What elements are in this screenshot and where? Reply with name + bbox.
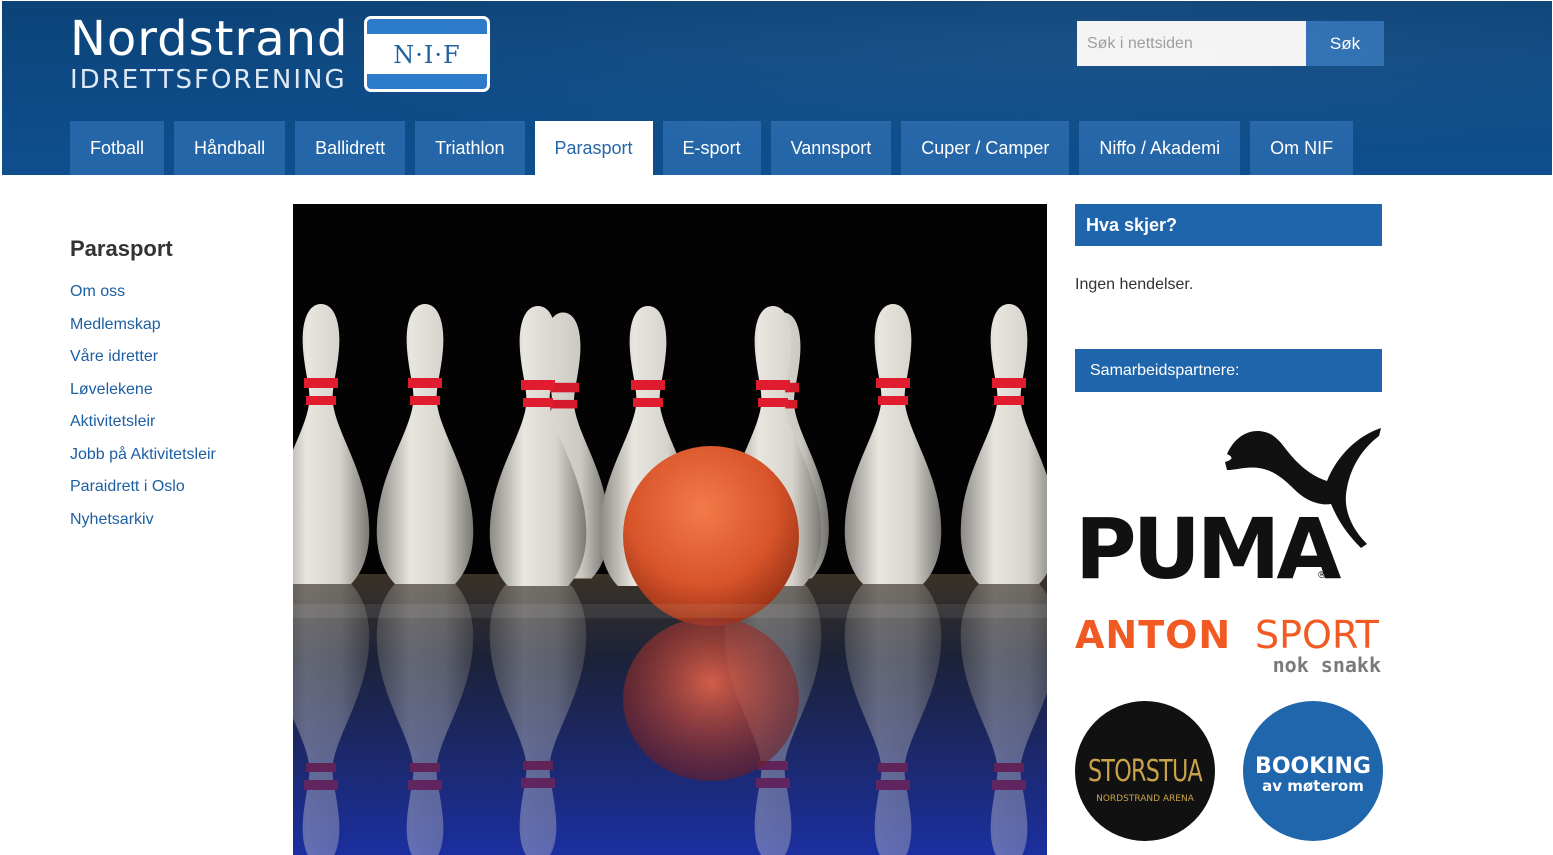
search-button[interactable]: Søk [1306,21,1384,66]
nav-item-handball[interactable]: Håndball [174,121,286,175]
puma-wordmark: PUMA [1075,500,1341,586]
sidebar-item-om-oss[interactable]: Om oss [70,280,216,313]
sidebar-item-jobb-aktivitetsleir[interactable]: Jobb på Aktivitetsleir [70,443,216,476]
site-header: Nordstrand IDRETTSFORENING N·I·F Søk Fot… [2,1,1552,175]
sidebar-item-medlemskap[interactable]: Medlemskap [70,313,216,346]
logo-subtitle: IDRETTSFORENING [70,65,347,95]
svg-text:®: ® [1317,570,1327,581]
nav-item-vannsport[interactable]: Vannsport [770,121,892,175]
sidebar-item-aktivitetsleir[interactable]: Aktivitetsleir [70,410,216,443]
anton-sport-logo[interactable]: ANTON SPORT nok snakk [1075,610,1382,680]
sidebar-item-lovelekene[interactable]: Løvelekene [70,378,216,411]
logo-title: Nordstrand [70,11,349,67]
storstua-subtitle: NORDSTRAND ARENA [1096,794,1195,804]
hero-image-bowling [293,204,1047,855]
site-logo[interactable]: Nordstrand IDRETTSFORENING [70,13,349,95]
storstua-logo[interactable]: STORSTUA NORDSTRAND ARENA [1075,701,1215,841]
nav-item-niffo-akademi[interactable]: Niffo / Akademi [1079,121,1241,175]
bowling-illustration [293,204,1047,855]
sidebar-title: Parasport [70,236,173,261]
nav-item-fotball[interactable]: Fotball [70,121,165,175]
sidebar-item-vare-idretter[interactable]: Våre idretter [70,345,216,378]
nav-item-parasport[interactable]: Parasport [534,121,653,175]
puma-logo[interactable]: PUMA ® [1075,426,1382,586]
sidebar-item-paraidrett-oslo[interactable]: Paraidrett i Oslo [70,475,216,508]
events-header: Hva skjer? [1075,204,1382,246]
anton-wordmark: ANTON [1075,613,1231,657]
sport-wordmark: SPORT [1255,613,1380,657]
anton-tagline: nok snakk [1273,653,1381,677]
sidebar-menu: Om oss Medlemskap Våre idretter Løveleke… [70,280,216,540]
nav-item-om-nif[interactable]: Om NIF [1250,121,1354,175]
nav-item-esport[interactable]: E-sport [662,121,761,175]
nav-item-ballidrett[interactable]: Ballidrett [295,121,406,175]
booking-moterom-logo[interactable]: BOOKING av møterom [1243,701,1383,841]
badge-stripe-bottom [367,74,487,89]
main-nav: Fotball Håndball Ballidrett Triathlon Pa… [70,121,1363,175]
badge-stripe-top [367,19,487,34]
sidebar-item-nyhetsarkiv[interactable]: Nyhetsarkiv [70,508,216,541]
storstua-wordmark: STORSTUA [1088,754,1203,789]
booking-subtitle: av møterom [1262,777,1364,795]
nav-item-triathlon[interactable]: Triathlon [415,121,525,175]
no-events-text: Ingen hendelser. [1075,276,1194,293]
booking-wordmark: BOOKING [1255,754,1371,779]
partners-header: Samarbeidspartnere: [1075,349,1382,392]
nif-badge-logo[interactable]: N·I·F [364,16,490,92]
nav-item-cuper-camper[interactable]: Cuper / Camper [901,121,1070,175]
badge-letters: N·I·F [393,41,461,69]
search-input[interactable] [1077,21,1306,66]
